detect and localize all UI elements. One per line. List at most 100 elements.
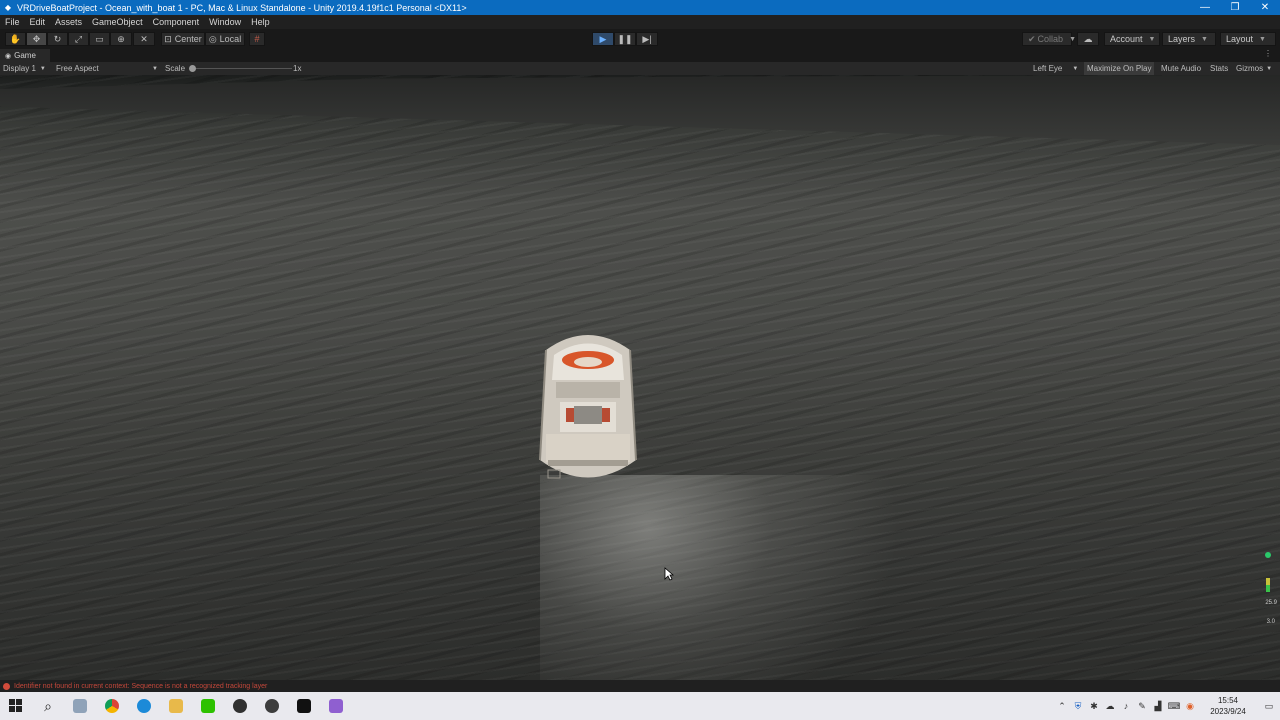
update-icon[interactable]: ◉ xyxy=(1182,701,1198,712)
taskbar-unity-hub[interactable] xyxy=(256,692,288,720)
taskbar-chrome[interactable] xyxy=(96,692,128,720)
pivot-center-label: Center xyxy=(174,34,202,44)
chevron-down-icon: ▼ xyxy=(1148,35,1156,43)
step-button[interactable]: ▶| xyxy=(636,32,658,46)
tab-game-label: Game xyxy=(14,51,36,60)
scale-value: 1x xyxy=(293,64,302,73)
rect-tool-icon[interactable]: ▭ xyxy=(89,32,110,46)
panel-tab-bar: ◉ Game ⋮ xyxy=(0,49,1280,62)
taskbar-wechat[interactable] xyxy=(192,692,224,720)
account-dropdown[interactable]: Account ▼ xyxy=(1104,32,1160,46)
console-status-bar[interactable]: Identifier not found in current context:… xyxy=(0,680,1280,692)
local-icon: ◎ xyxy=(208,33,217,44)
close-button[interactable]: ✕ xyxy=(1250,0,1280,15)
eye-dropdown[interactable]: Left Eye ▼ xyxy=(1033,62,1078,75)
keyboard-icon[interactable]: ⌨ xyxy=(1166,701,1182,712)
clock-date: 2023/9/24 xyxy=(1210,707,1246,716)
maximize-on-play-toggle[interactable]: Maximize On Play xyxy=(1084,62,1155,75)
taskbar-obs[interactable] xyxy=(224,692,256,720)
gizmos-dropdown[interactable]: Gizmos ▼ xyxy=(1236,62,1272,75)
pivot-local-toggle[interactable]: ◎ Local xyxy=(205,32,245,46)
menu-bar: File Edit Assets GameObject Component Wi… xyxy=(0,15,1280,29)
scale-slider-handle[interactable] xyxy=(189,65,196,72)
taskbar-edge[interactable] xyxy=(128,692,160,720)
menu-window[interactable]: Window xyxy=(204,17,246,27)
pivot-center-toggle[interactable]: ⊡ Center xyxy=(161,32,205,46)
wechat-icon xyxy=(201,699,215,713)
menu-file[interactable]: File xyxy=(0,17,25,27)
mute-audio-toggle[interactable]: Mute Audio xyxy=(1161,62,1201,75)
chevron-down-icon: ▼ xyxy=(1069,35,1076,43)
aspect-label: Free Aspect xyxy=(56,64,99,73)
rotate-tool-icon[interactable]: ↻ xyxy=(47,32,68,46)
bug-icon[interactable]: ✱ xyxy=(1086,701,1102,712)
menu-assets[interactable]: Assets xyxy=(50,17,87,27)
pause-button[interactable]: ❚❚ xyxy=(614,32,636,46)
cloud-sync-icon[interactable]: ☁ xyxy=(1102,701,1118,712)
move-tool-icon[interactable]: ✥ xyxy=(26,32,47,46)
aspect-dropdown[interactable]: Free Aspect ▼ xyxy=(56,62,158,75)
pivot-icon: ⊡ xyxy=(164,33,172,44)
clock-time: 15:54 xyxy=(1217,696,1239,705)
taskbar-visual-studio[interactable] xyxy=(320,692,352,720)
window-title: VRDriveBoatProject - Ocean_with_boat 1 -… xyxy=(17,2,467,13)
taskbar-folder[interactable] xyxy=(160,692,192,720)
search-button[interactable]: ⌕ xyxy=(32,692,64,720)
game-controller-icon: ◉ xyxy=(5,52,12,60)
scale-slider-track[interactable] xyxy=(192,68,292,69)
edge-icon xyxy=(137,699,151,713)
chevron-down-icon: ▼ xyxy=(1266,65,1273,72)
cloud-icon[interactable]: ☁ xyxy=(1077,32,1099,46)
system-tray: ⌃ ⛨ ✱ ☁ ♪ ✎ ▟ ⌨ ◉ 15:54 2023/9/24 ▭ xyxy=(1054,692,1280,720)
chevron-down-icon: ▼ xyxy=(39,65,46,72)
search-icon: ⌕ xyxy=(44,697,52,714)
layout-label: Layout xyxy=(1226,34,1254,44)
menu-gameobject[interactable]: GameObject xyxy=(87,17,148,27)
notification-icon[interactable]: ▭ xyxy=(1258,701,1280,712)
display-label: Display 1 xyxy=(3,64,36,73)
game-viewport[interactable]: 25.9 3.0 xyxy=(0,75,1280,680)
error-icon xyxy=(3,682,10,690)
unity-logo-icon: ◆ xyxy=(4,3,12,12)
speed-readout: 25.9 xyxy=(1265,600,1277,606)
layers-label: Layers xyxy=(1168,34,1196,44)
custom-tool-icon[interactable]: ✕ xyxy=(133,32,155,46)
game-view-controls: Display 1 ▼ Free Aspect ▼ Scale 1x Left … xyxy=(0,62,1280,75)
chevron-up-icon[interactable]: ⌃ xyxy=(1054,701,1070,712)
collab-check-icon: ✔ xyxy=(1028,33,1036,44)
play-button[interactable]: ▶ xyxy=(592,32,614,46)
hand-tool-icon[interactable]: ✋ xyxy=(5,32,26,46)
minimize-button[interactable]: — xyxy=(1190,0,1220,15)
layout-dropdown[interactable]: Layout ▼ xyxy=(1220,32,1276,46)
chevron-down-icon: ▼ xyxy=(1201,35,1208,43)
menu-help[interactable]: Help xyxy=(246,17,275,27)
collab-dropdown[interactable]: ✔ Collab ▼ xyxy=(1022,32,1076,46)
scale-tool-icon[interactable]: ⤢ xyxy=(68,32,89,46)
clock[interactable]: 15:54 2023/9/24 xyxy=(1198,695,1258,717)
display-dropdown[interactable]: Display 1 ▼ xyxy=(3,62,46,75)
menu-edit[interactable]: Edit xyxy=(25,17,51,27)
boat-model xyxy=(539,335,637,479)
menu-component[interactable]: Component xyxy=(148,17,205,27)
tab-game[interactable]: ◉ Game xyxy=(0,49,50,62)
console-message: Identifier not found in current context:… xyxy=(14,682,268,690)
network-icon[interactable]: ▟ xyxy=(1150,701,1166,712)
security-shield-icon[interactable]: ⛨ xyxy=(1070,701,1086,712)
panel-menu-icon[interactable]: ⋮ xyxy=(1264,49,1272,58)
file-explorer-icon xyxy=(73,699,87,713)
start-button[interactable] xyxy=(0,692,32,720)
taskbar-file-explorer[interactable] xyxy=(64,692,96,720)
grid-snap-icon[interactable]: # xyxy=(249,32,265,46)
speaker-icon[interactable]: ♪ xyxy=(1118,701,1134,711)
transform-tool-icon[interactable]: ⊕ xyxy=(110,32,132,46)
pen-icon[interactable]: ✎ xyxy=(1134,701,1150,712)
pivot-local-label: Local xyxy=(219,34,242,44)
restore-button[interactable]: ❐ xyxy=(1220,0,1250,15)
chevron-down-icon: ▼ xyxy=(152,65,158,72)
window-titlebar: ◆ VRDriveBoatProject - Ocean_with_boat 1… xyxy=(0,0,1280,15)
layers-dropdown[interactable]: Layers ▼ xyxy=(1162,32,1216,46)
chevron-down-icon: ▼ xyxy=(1259,35,1266,43)
taskbar-unity[interactable] xyxy=(288,692,320,720)
windows-logo-icon xyxy=(9,699,22,712)
stats-toggle[interactable]: Stats xyxy=(1210,62,1228,75)
